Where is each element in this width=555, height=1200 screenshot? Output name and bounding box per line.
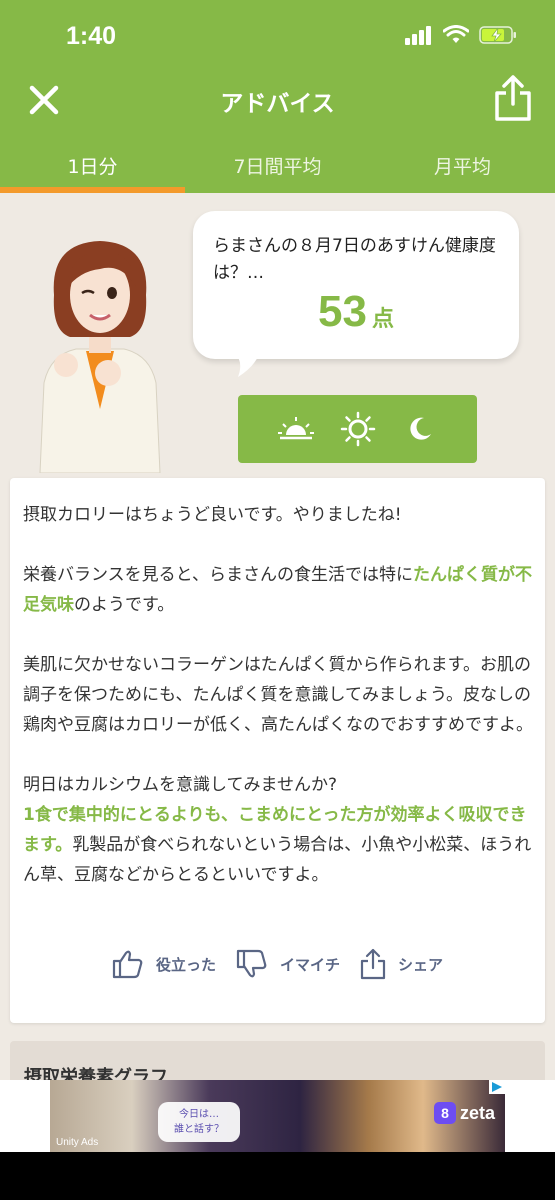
ad-brand-name: zeta (459, 1102, 495, 1123)
advisor-avatar (39, 241, 161, 473)
status-bar: 1:40 (0, 0, 555, 70)
advice-calcium-tail: 乳製品が食べられないという場合は、小魚や小松菜、ほうれん草、豆腐などからとるとい… (23, 835, 532, 885)
status-icons (405, 25, 517, 45)
advice-balance-tail: のようです。 (74, 595, 175, 615)
advice-paragraph-calcium: 明日はカルシウムを意識してみませんか? 1食で集中的にとるよりも、こまめにとった方… (23, 770, 535, 890)
share-label: シェア (398, 955, 444, 974)
nutrient-graph-section[interactable]: 摂取栄養素グラフ (10, 1041, 545, 1080)
health-score: 53 点 (193, 287, 519, 337)
ad-banner[interactable]: 今日は… 誰と話す？ Unity Ads 8 zeta (50, 1080, 505, 1152)
ad-unity-label: Unity Ads (56, 1137, 99, 1148)
advice-balance-text: 栄養バランスを見ると、らまさんの食生活では特に (23, 565, 413, 585)
advice-paragraph-protein: 美肌に欠かせないコラーゲンはたんぱく質から作られます。お肌の調子を保つためにも、… (23, 655, 533, 735)
page-title: アドバイス (220, 91, 335, 117)
like-label: 役立った (155, 955, 216, 974)
share-feedback-button[interactable]: シェア (360, 948, 443, 980)
sun-icon[interactable] (338, 409, 378, 449)
feedback-actions: 役立った イマイチ シェア (10, 948, 545, 980)
like-button[interactable]: 役立った (112, 949, 216, 979)
bubble-tail (234, 353, 260, 377)
tab-1day[interactable]: 1日分 (0, 130, 185, 193)
ad-speech-bubble: 今日は… 誰と話す？ (158, 1102, 240, 1142)
meal-time-toggle (238, 395, 477, 463)
battery-charging-icon (479, 26, 516, 44)
dislike-button[interactable]: イマイチ (236, 949, 340, 979)
advice-card: 摂取カロリーはちょうど良いです。やりましたね! 栄養バランスを見ると、らまさんの… (10, 478, 545, 1023)
zeta-logo-icon: 8 (433, 1102, 456, 1124)
advice-paragraph-balance: 栄養バランスを見ると、らまさんの食生活では特にたんぱく質が不足気味のようです。 (23, 560, 535, 620)
health-score-unit: 点 (372, 307, 395, 332)
share-icon (360, 948, 386, 980)
health-score-message: らまさんの８月7日のあすけん健康度は？… (213, 236, 496, 283)
share-icon[interactable] (493, 74, 533, 122)
thumbs-up-icon (112, 950, 143, 979)
moon-icon[interactable] (400, 409, 440, 449)
sunrise-icon[interactable] (276, 409, 316, 449)
advice-calcium-intro: 明日はカルシウムを意識してみませんか? (23, 775, 338, 795)
status-time: 1:40 (66, 22, 117, 50)
cellular-signal-icon (405, 26, 431, 45)
app-header: 1:40 アドバイス 1日分 7日間平均 月平均 (0, 0, 555, 193)
wifi-icon (443, 25, 469, 43)
health-score-bubble: らまさんの８月7日のあすけん健康度は？… 53 点 (193, 211, 519, 359)
dislike-label: イマイチ (279, 955, 340, 974)
tab-monthly-average[interactable]: 月平均 (370, 130, 555, 193)
advice-paragraph-calorie: 摂取カロリーはちょうど良いです。やりましたね! (23, 505, 402, 525)
home-indicator-area (0, 1152, 555, 1200)
title-bar: アドバイス (0, 70, 555, 130)
advice-text: 摂取カロリーはちょうど良いです。やりましたね! 栄養バランスを見ると、らまさんの… (23, 500, 535, 920)
period-tabs: 1日分 7日間平均 月平均 (0, 130, 555, 193)
nutrient-graph-title: 摂取栄養素グラフ (24, 1067, 168, 1080)
ad-brand: 8 zeta (433, 1102, 495, 1124)
ad-area: 今日は… 誰と話す？ Unity Ads 8 zeta (0, 1080, 555, 1152)
thumbs-down-icon (236, 949, 267, 978)
health-score-value: 53 (317, 287, 367, 336)
ad-choices-icon[interactable] (489, 1080, 505, 1094)
tab-7day-average[interactable]: 7日間平均 (185, 130, 370, 193)
main-content: らまさんの８月7日のあすけん健康度は？… 53 点 摂取カロリーはちょうど良いで… (0, 193, 555, 1080)
